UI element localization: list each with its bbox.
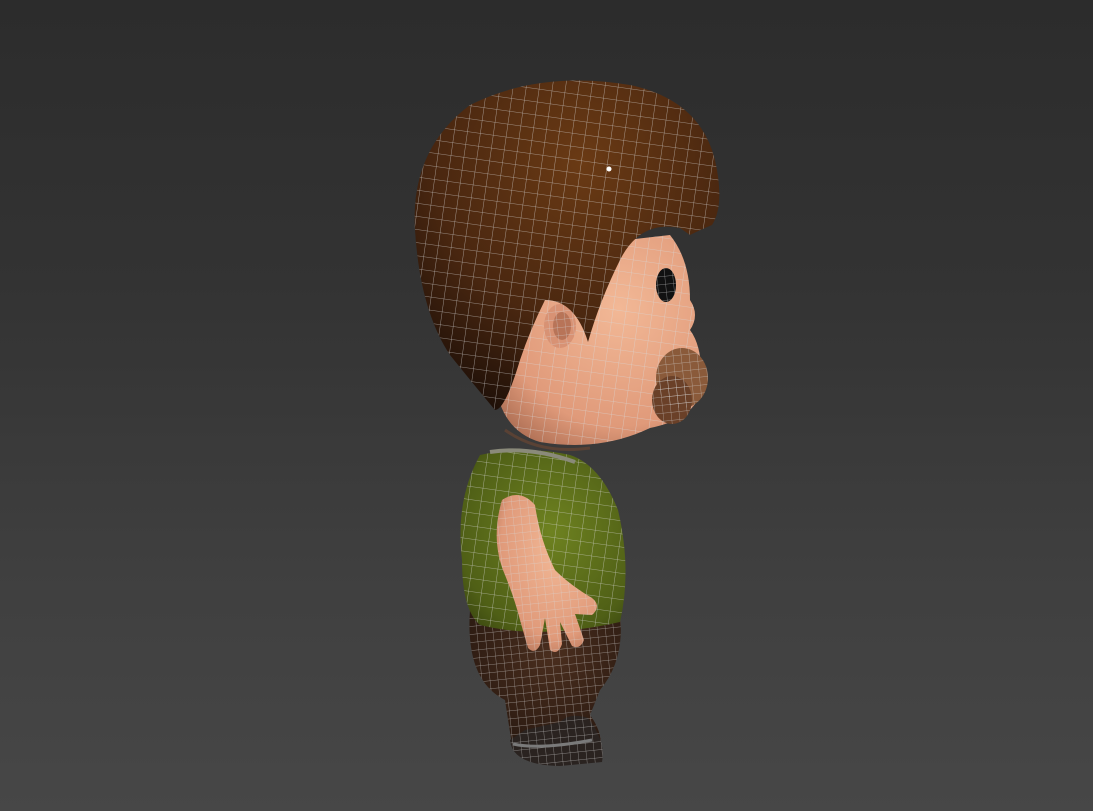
eye <box>656 268 676 302</box>
character-model[interactable] <box>0 0 1093 811</box>
3d-viewport[interactable] <box>0 0 1093 811</box>
